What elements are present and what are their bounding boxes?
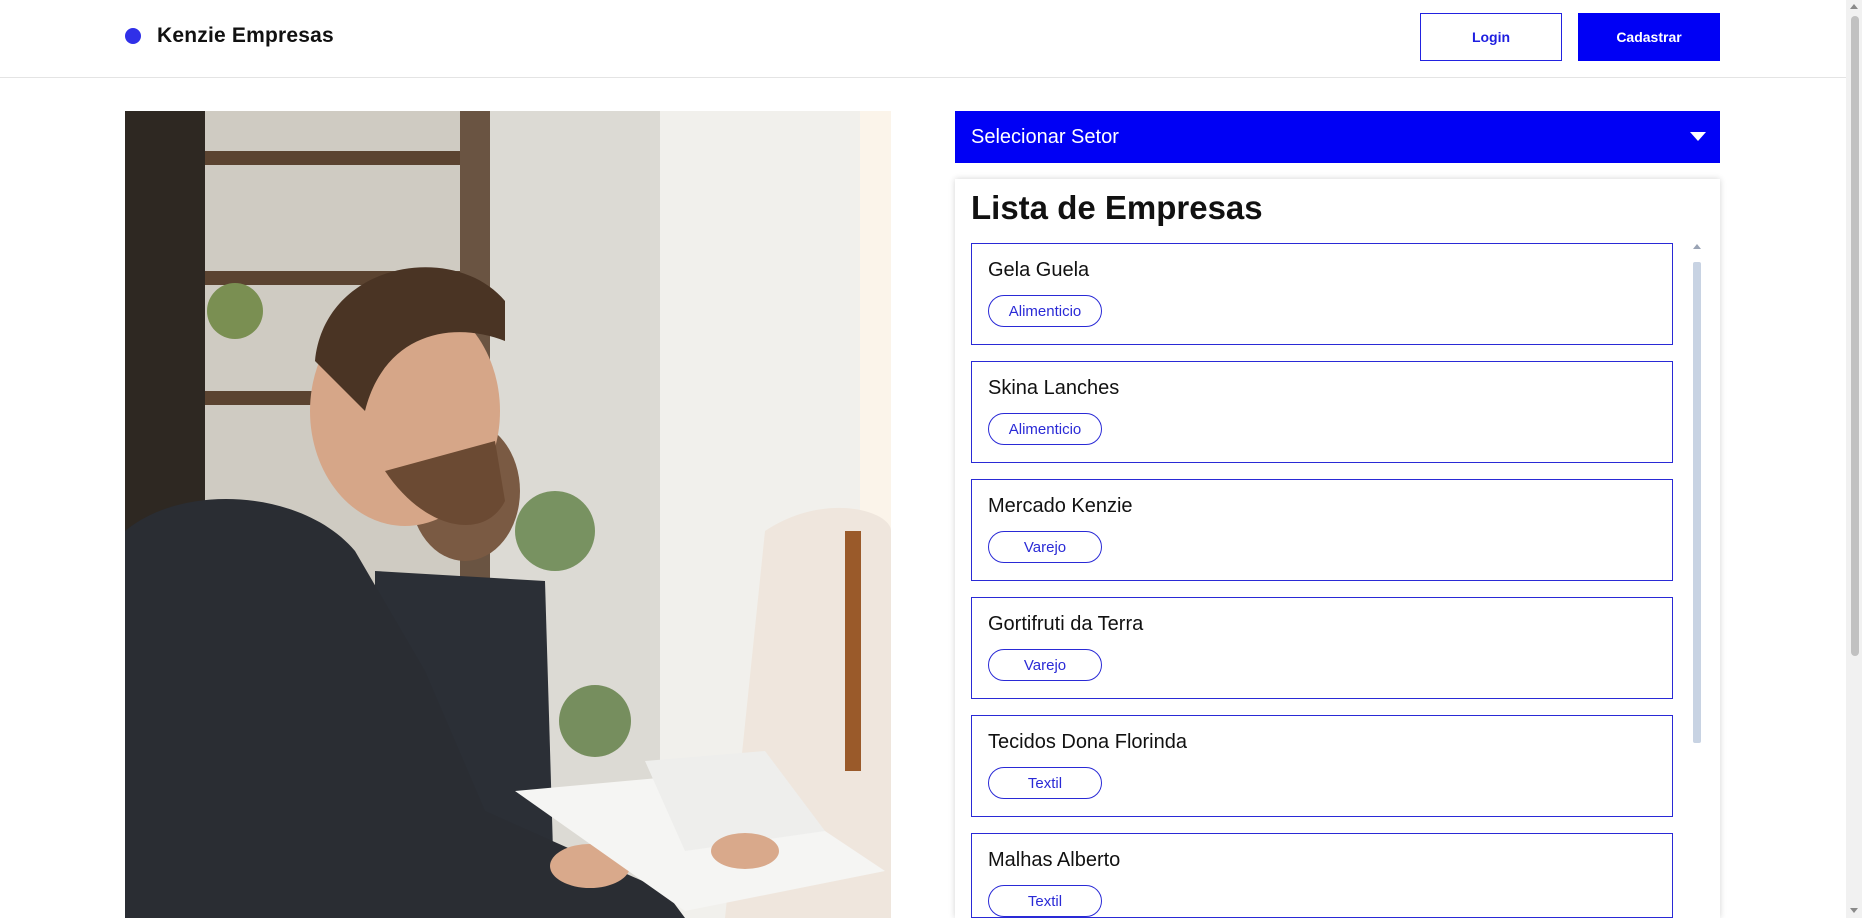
top-header: Kenzie Empresas Login Cadastrar <box>0 0 1846 78</box>
brand-logo-dot <box>125 28 141 44</box>
company-name: Mercado Kenzie <box>988 495 1133 517</box>
sector-tag: Textil <box>988 767 1102 799</box>
sector-tag: Varejo <box>988 649 1102 681</box>
sector-tag: Alimenticio <box>988 295 1102 327</box>
company-name: Gortifruti da Terra <box>988 613 1144 635</box>
list-scroll-up-icon[interactable] <box>1693 244 1701 249</box>
company-name: Gela Guela <box>988 259 1090 281</box>
login-button[interactable]: Login <box>1420 13 1562 61</box>
company-name: Malhas Alberto <box>988 849 1121 871</box>
page-scrollbar-thumb[interactable] <box>1851 16 1859 656</box>
list-scrollbar-thumb[interactable] <box>1693 262 1701 743</box>
sector-tag: Varejo <box>988 531 1102 563</box>
business-meeting-photo-icon <box>125 111 891 918</box>
register-button[interactable]: Cadastrar <box>1578 13 1720 61</box>
page-scroll-up-icon[interactable] <box>1850 4 1858 9</box>
sector-tag: Alimenticio <box>988 413 1102 445</box>
brand[interactable]: Kenzie Empresas <box>125 24 334 48</box>
hero-image <box>125 111 891 918</box>
sector-tag: Textil <box>988 885 1102 917</box>
company-name: Tecidos Dona Florinda <box>988 731 1187 753</box>
sector-select-label: Selecionar Setor <box>971 125 1119 148</box>
companies-panel: Lista de Empresas Gela Guela Alimenticio… <box>955 179 1720 918</box>
company-card[interactable]: Malhas Alberto Textil <box>971 833 1673 918</box>
company-card[interactable]: Mercado Kenzie Varejo <box>971 479 1673 581</box>
page-scroll-down-icon[interactable] <box>1850 908 1858 913</box>
sector-select[interactable]: Selecionar Setor <box>955 111 1720 163</box>
caret-down-icon <box>1690 132 1706 141</box>
company-card[interactable]: Gela Guela Alimenticio <box>971 243 1673 345</box>
companies-title: Lista de Empresas <box>971 189 1263 226</box>
company-card[interactable]: Skina Lanches Alimenticio <box>971 361 1673 463</box>
company-card[interactable]: Tecidos Dona Florinda Textil <box>971 715 1673 817</box>
brand-name: Kenzie Empresas <box>157 24 334 47</box>
company-name: Skina Lanches <box>988 377 1120 399</box>
company-card[interactable]: Gortifruti da Terra Varejo <box>971 597 1673 699</box>
